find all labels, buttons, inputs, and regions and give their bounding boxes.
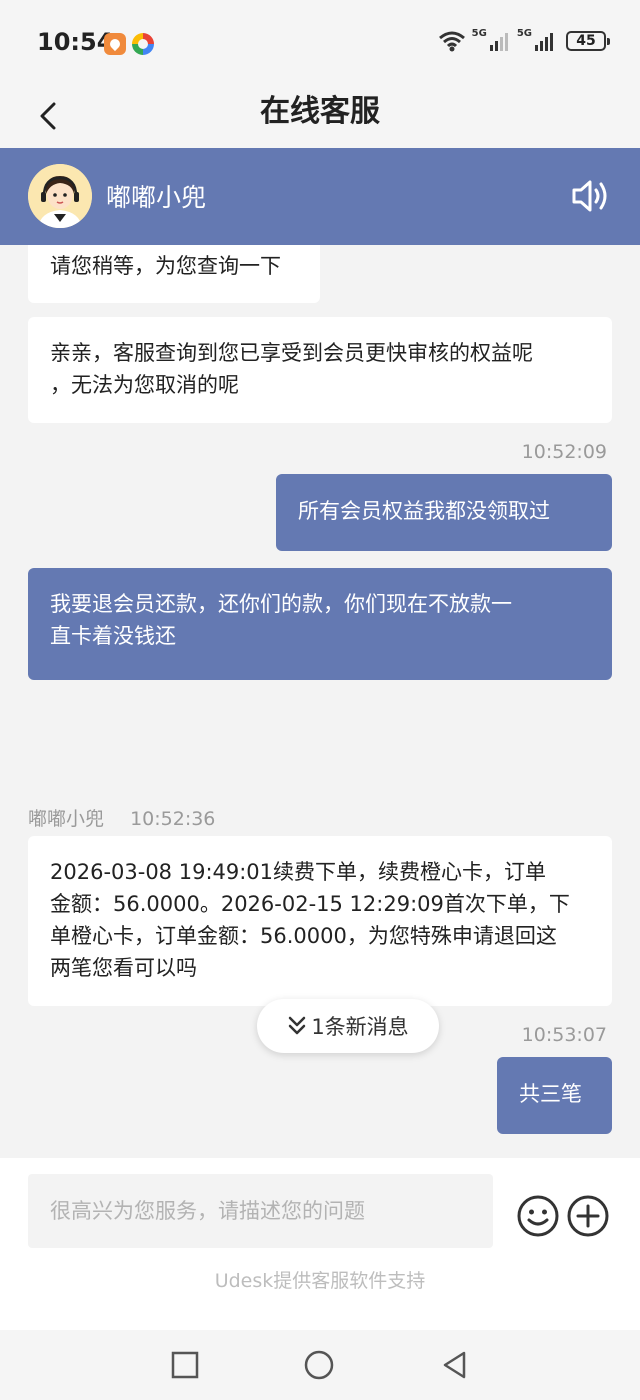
square-icon bbox=[171, 1351, 199, 1379]
emoji-icon bbox=[517, 1195, 559, 1237]
double-chevron-down-icon bbox=[289, 1016, 306, 1035]
triangle-back-icon bbox=[443, 1351, 466, 1379]
message-text: 单橙心卡，订单金额：56.0000，为您特殊申请退回这 bbox=[50, 924, 557, 948]
message-timestamp: 10:53:07 bbox=[521, 1024, 607, 1046]
signal-icon-2 bbox=[534, 31, 556, 51]
message-text: 金额：56.0000。2026-02-15 12:29:09首次下单，下 bbox=[50, 892, 570, 916]
status-time: 10:54 bbox=[37, 28, 114, 56]
network-type-2: 5G bbox=[516, 27, 532, 39]
input-area: Udesk提供客服软件支持 bbox=[0, 1158, 640, 1330]
message-bubble-agent: 2026-03-08 19:49:01续费下单，续费橙心卡，订单 金额：56.0… bbox=[28, 836, 612, 1006]
message-text: 请您稍等，为您查询一下 bbox=[50, 254, 281, 278]
message-bubble-agent: 亲亲，客服查询到您已享受到会员更快审核的权益呢 ，无法为您取消的呢 bbox=[28, 317, 612, 423]
new-message-button[interactable]: 1条新消息 bbox=[257, 999, 439, 1053]
powered-by-text: Udesk提供客服软件支持 bbox=[214, 1270, 426, 1292]
message-text: ，无法为您取消的呢 bbox=[50, 373, 239, 397]
status-bar: 10:54 5G 5G 45 bbox=[0, 0, 640, 86]
message-timestamp: 10:52:09 bbox=[521, 441, 607, 463]
message-text: 所有会员权益我都没领取过 bbox=[298, 499, 550, 523]
message-sender-info: 嘟嘟小兜 10:52:36 bbox=[28, 804, 215, 831]
speaker-icon bbox=[572, 180, 607, 212]
message-text: 直卡着没钱还 bbox=[50, 624, 176, 648]
page-title: 在线客服 bbox=[260, 94, 380, 129]
nav-header: 在线客服 bbox=[0, 86, 640, 148]
message-text: 两笔您看可以吗 bbox=[50, 956, 197, 980]
agent-bar: 嘟嘟小兜 bbox=[0, 148, 640, 245]
system-nav-bar bbox=[0, 1330, 640, 1400]
recent-apps-button[interactable] bbox=[170, 1350, 200, 1380]
message-bubble-user: 所有会员权益我都没领取过 bbox=[276, 474, 612, 551]
system-back-button[interactable] bbox=[440, 1350, 470, 1380]
signal-icon bbox=[489, 31, 511, 51]
message-timestamp: 10:52:36 bbox=[130, 808, 216, 830]
sound-toggle-button[interactable] bbox=[570, 176, 612, 216]
message-bubble-agent: 请您稍等，为您查询一下 bbox=[28, 245, 320, 303]
status-indicators: 5G 5G 45 bbox=[438, 27, 610, 52]
battery-icon: 45 bbox=[566, 31, 610, 51]
message-input[interactable] bbox=[28, 1174, 493, 1248]
plus-icon bbox=[567, 1195, 609, 1237]
agent-avatar bbox=[28, 164, 92, 228]
circle-icon bbox=[304, 1350, 334, 1380]
chat-message-list[interactable]: 请您稍等，为您查询一下 亲亲，客服查询到您已享受到会员更快审核的权益呢 ，无法为… bbox=[0, 245, 640, 1158]
network-type-1: 5G bbox=[471, 27, 487, 39]
agent-name: 嘟嘟小兜 bbox=[106, 183, 207, 212]
message-bubble-user: 我要退会员还款，还你们的款，你们现在不放款一 直卡着没钱还 bbox=[28, 568, 612, 680]
app-notification-icon bbox=[104, 33, 126, 55]
message-text: 亲亲，客服查询到您已享受到会员更快审核的权益呢 bbox=[50, 341, 533, 365]
message-text: 我要退会员还款，还你们的款，你们现在不放款一 bbox=[50, 592, 512, 616]
emoji-button[interactable] bbox=[516, 1194, 560, 1238]
message-bubble-user: 共三笔 bbox=[497, 1057, 612, 1134]
new-message-label: 1条新消息 bbox=[311, 1015, 409, 1039]
wifi-icon bbox=[438, 30, 466, 52]
home-button[interactable] bbox=[304, 1350, 334, 1380]
message-text: 共三笔 bbox=[519, 1082, 582, 1106]
app-notification-icon-2 bbox=[132, 33, 154, 55]
message-text: 2026-03-08 19:49:01续费下单，续费橙心卡，订单 bbox=[50, 860, 547, 884]
sender-name: 嘟嘟小兜 bbox=[28, 808, 105, 830]
add-attachment-button[interactable] bbox=[566, 1194, 610, 1238]
